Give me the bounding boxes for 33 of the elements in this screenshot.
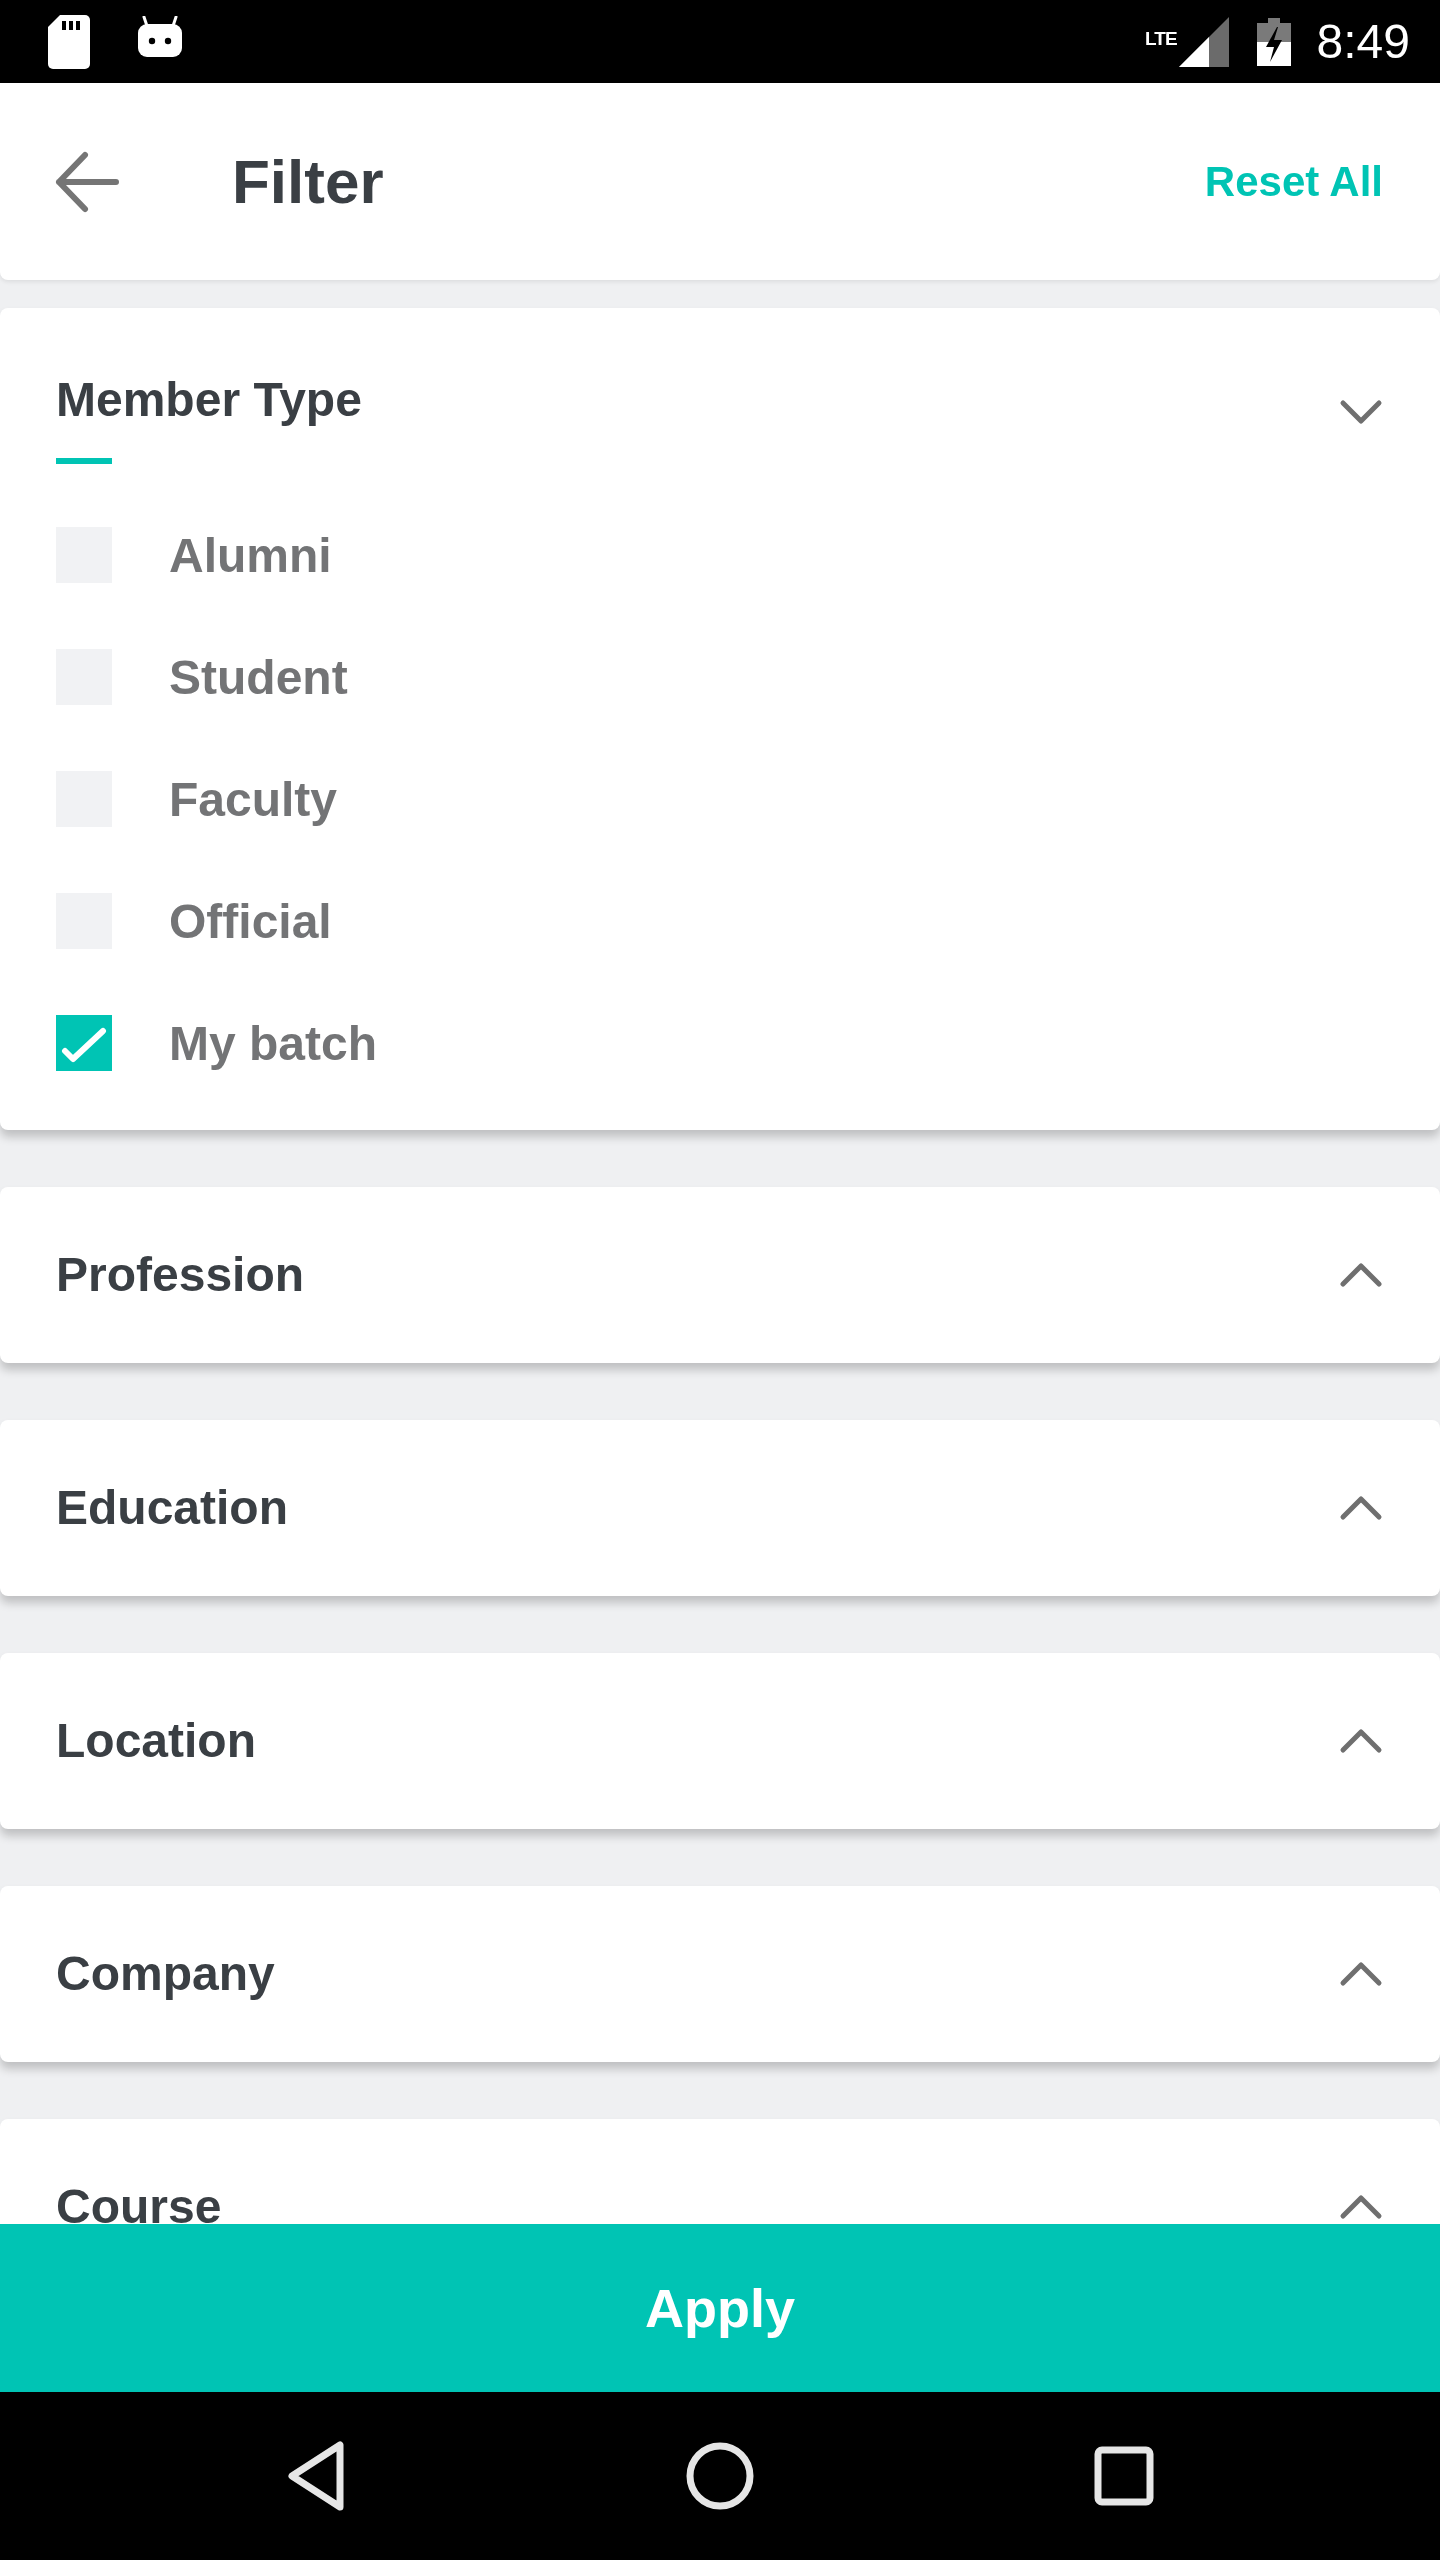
back-triangle-icon[interactable] — [286, 2440, 346, 2512]
sd-card-icon — [48, 14, 90, 69]
option-label: Official — [169, 893, 332, 949]
battery-charging-icon — [1256, 17, 1291, 66]
chevron-up-icon[interactable] — [1339, 2194, 1383, 2220]
option-label: My batch — [169, 1015, 378, 1071]
section-title: Company — [56, 1946, 275, 2002]
option-label: Alumni — [169, 527, 332, 583]
android-icon — [137, 15, 183, 58]
section-title: Profession — [56, 1247, 305, 1303]
reset-all-button[interactable]: Reset All — [1204, 157, 1383, 206]
chevron-up-icon[interactable] — [1339, 1728, 1383, 1754]
section-title: Member Type — [56, 372, 362, 428]
chevron-up-icon[interactable] — [1339, 1262, 1383, 1288]
page-title: Filter — [232, 146, 384, 217]
status-time: 8:49 — [1316, 14, 1410, 69]
accent-underline — [56, 458, 112, 464]
chevron-down-icon[interactable] — [1339, 399, 1383, 425]
option-label: Student — [169, 649, 348, 705]
chevron-up-icon[interactable] — [1339, 1961, 1383, 1987]
checkmark-icon — [61, 1027, 107, 1063]
home-circle-icon[interactable] — [685, 2441, 755, 2511]
option-label: Faculty — [169, 771, 338, 827]
section-title: Location — [56, 1713, 256, 1769]
checkbox[interactable] — [56, 1015, 112, 1071]
apply-button[interactable]: Apply — [0, 2224, 1440, 2392]
section-title: Course — [56, 2179, 222, 2224]
signal-icon — [1178, 16, 1229, 67]
network-type-label: LTE — [1145, 28, 1177, 50]
back-arrow-icon[interactable] — [54, 149, 120, 214]
chevron-up-icon[interactable] — [1339, 1495, 1383, 1521]
recents-square-icon[interactable] — [1094, 2446, 1154, 2506]
section-title: Education — [56, 1480, 288, 1536]
